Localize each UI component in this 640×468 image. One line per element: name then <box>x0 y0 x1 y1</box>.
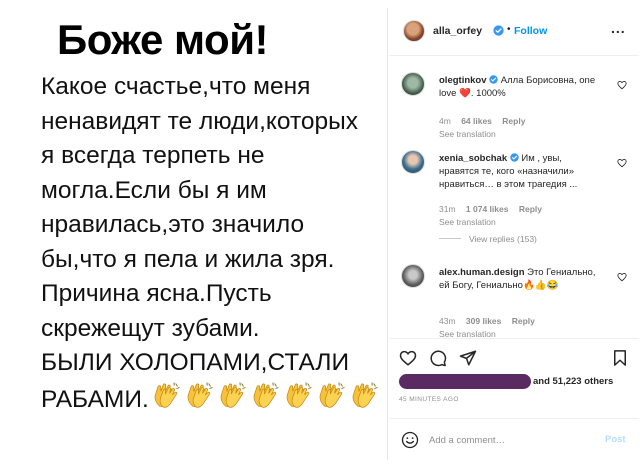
avatar[interactable] <box>401 264 425 288</box>
post-text-line: я всегда терпеть не <box>41 142 265 169</box>
clapping-hands-icon <box>283 381 314 411</box>
post-side-panel: alla_orfey • Follow ... olegtinkov Алла … <box>389 8 639 460</box>
clapping-hands-icon <box>151 381 182 411</box>
likes-count-text[interactable]: and 51,223 others <box>533 376 613 387</box>
post-timestamp[interactable]: 45 MINUTES AGO <box>399 396 459 403</box>
comment-time: 31m <box>439 204 456 214</box>
reply-button[interactable]: Reply <box>512 316 535 326</box>
bookmark-save-icon[interactable] <box>611 349 629 367</box>
comment-likes[interactable]: 309 likes <box>466 316 501 326</box>
comment-likes[interactable]: 1 074 likes <box>466 204 509 214</box>
comment-body: xenia_sobchak Им , увы, нравятся те, ког… <box>439 152 604 191</box>
clapping-hands-icon <box>217 381 248 411</box>
comment-meta: 4m 64 likes Reply <box>439 116 533 126</box>
clapping-hands-icon <box>349 381 380 411</box>
likes-summary[interactable]: and 51,223 others <box>399 374 639 390</box>
comment-meta: 31m 1 074 likes Reply <box>439 204 550 214</box>
post-text-line: Какое счастье,что меня <box>41 73 311 100</box>
post-text-line-final: РАБАМИ. <box>41 385 149 413</box>
comment-username[interactable]: xenia_sobchak <box>439 153 507 164</box>
more-options-button[interactable]: ... <box>611 20 626 36</box>
instagram-post-view: Боже мой! Какое счастье,что меня ненавид… <box>0 0 640 468</box>
comment-body: alex.human.design Это Гениально, ей Богу… <box>439 266 604 292</box>
reply-button[interactable]: Reply <box>502 116 525 126</box>
comment-time: 4m <box>439 116 451 126</box>
verified-badge-icon <box>493 25 504 36</box>
like-heart-icon[interactable] <box>399 349 417 367</box>
comment-bubble-icon[interactable] <box>429 349 447 367</box>
verified-badge-icon <box>489 75 498 84</box>
post-header: alla_orfey • Follow ... <box>389 8 639 56</box>
comment-time: 43m <box>439 316 456 326</box>
post-text-line: БЫЛИ ХОЛОПАМИ,СТАЛИ <box>41 349 350 376</box>
post-text-line: ненавидят те люди,которых <box>41 107 359 135</box>
emoji-smiley-icon[interactable] <box>401 431 419 449</box>
comment-body: olegtinkov Алла Борисовна, one love ❤️. … <box>439 74 604 100</box>
post-image-heading: Боже мой! <box>57 16 269 63</box>
comment-username[interactable]: olegtinkov <box>439 75 487 86</box>
post-text-line-last: РАБАМИ. <box>41 381 387 422</box>
heart-icon[interactable] <box>617 80 627 90</box>
post-text-line: нравилась,это значило <box>41 211 305 238</box>
post-text-line: бы,что я пела и жила зря. <box>41 245 335 273</box>
clapping-hands-icon <box>184 381 215 411</box>
view-replies-link[interactable]: View replies (153) <box>439 234 537 244</box>
separator-dot: • <box>507 24 511 35</box>
add-comment-input[interactable] <box>429 430 599 450</box>
add-comment-bar: Post <box>389 418 639 460</box>
avatar[interactable] <box>403 20 425 42</box>
comment-username[interactable]: alex.human.design <box>439 267 525 278</box>
post-text-line: скрежещут зубами. <box>41 314 260 342</box>
post-comment-button[interactable]: Post <box>605 434 626 445</box>
avatar[interactable] <box>401 150 425 174</box>
verified-badge-icon <box>510 153 519 162</box>
heart-icon[interactable] <box>617 272 627 282</box>
redacted-liker-names <box>399 374 531 389</box>
action-bar <box>389 338 639 372</box>
post-author-username[interactable]: alla_orfey <box>433 25 482 37</box>
post-image[interactable]: Боже мой! Какое счастье,что меня ненавид… <box>10 8 388 460</box>
comment-likes[interactable]: 64 likes <box>461 116 492 126</box>
avatar[interactable] <box>401 72 425 96</box>
post-text-line: Причина ясна.Пусть <box>41 280 272 307</box>
see-translation-link[interactable]: See translation <box>439 129 496 139</box>
see-translation-link[interactable]: See translation <box>439 217 496 227</box>
follow-button[interactable]: Follow <box>514 25 547 37</box>
view-replies-label: View replies (153) <box>469 234 537 244</box>
post-text-line: могла.Если бы я им <box>41 176 267 204</box>
clapping-hands-icon <box>250 381 281 411</box>
replies-dash <box>439 238 461 239</box>
clapping-hands-emoji-row <box>151 381 382 422</box>
reply-button[interactable]: Reply <box>519 204 542 214</box>
clapping-hands-icon <box>316 381 347 411</box>
share-send-icon[interactable] <box>459 349 477 367</box>
post-image-text: Какое счастье,что меня ненавидят те люди… <box>41 70 387 422</box>
heart-icon[interactable] <box>617 158 627 168</box>
comment-meta: 43m 309 likes Reply <box>439 316 543 326</box>
